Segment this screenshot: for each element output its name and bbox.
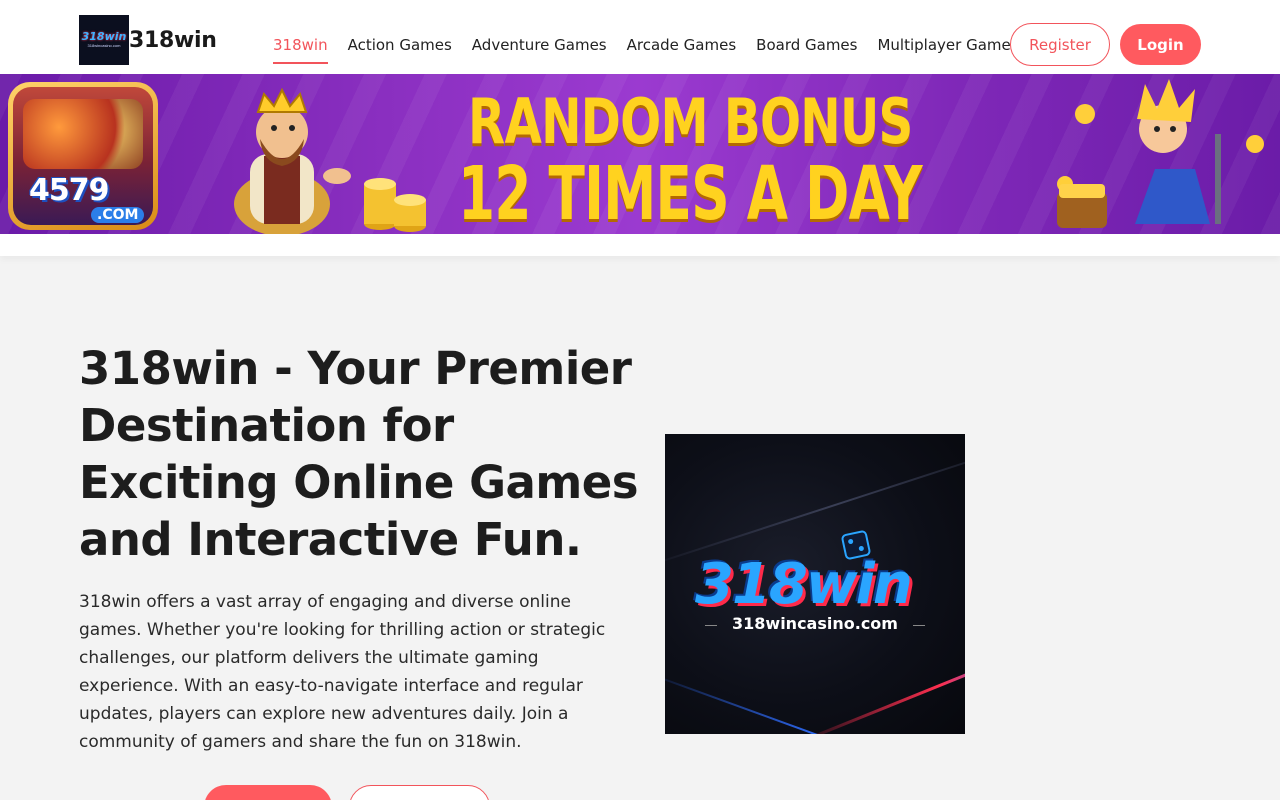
logo-mini-text: 318win — [81, 30, 127, 43]
logo-tiny-text: 318wincasino.com — [87, 43, 121, 48]
gold-coins-art — [364, 178, 426, 232]
badge-inner: 4579 .COM — [13, 87, 153, 225]
page-title: 318win - Your Premier Destination for Ex… — [79, 342, 639, 566]
hero-image-red-streak — [793, 645, 965, 734]
login-button[interactable]: Login — [1120, 24, 1201, 65]
banner-bottom-spacer — [0, 234, 1280, 256]
nav-item-action-games[interactable]: Action Games — [348, 24, 452, 64]
nav-item-board-games[interactable]: Board Games — [756, 24, 857, 64]
hero-brand-image: 318win 318wincasino.com — [665, 434, 965, 734]
primary-cta-button[interactable] — [204, 785, 332, 800]
page-description: 318win offers a vast array of engaging a… — [79, 592, 606, 752]
banner-site-badge: 4579 .COM — [8, 82, 158, 230]
brand-logo-link[interactable]: 318win 318wincasino.com 318win — [79, 15, 217, 65]
secondary-cta-button[interactable] — [349, 785, 490, 800]
register-button[interactable]: Register — [1010, 23, 1110, 66]
nav-item-318win[interactable]: 318win — [273, 24, 328, 64]
promo-banner[interactable]: 4579 .COM RANDOM BONUS 12 TIMES A DAY — [0, 74, 1280, 234]
nav-item-adventure-games[interactable]: Adventure Games — [472, 24, 607, 64]
hero-image-blue-streak — [665, 669, 830, 734]
hero-image-divider-right — [913, 625, 925, 626]
main-nav: 318win Action Games Adventure Games Arca… — [273, 24, 1019, 64]
hero-image-brand: 318win — [695, 552, 913, 617]
banner-headline-line1: RANDOM BONUS — [468, 85, 913, 158]
badge-domain: .COM — [91, 207, 145, 223]
logo-image: 318win 318wincasino.com — [79, 15, 129, 65]
nav-item-arcade-games[interactable]: Arcade Games — [627, 24, 737, 64]
badge-characters-art — [23, 99, 143, 169]
king-character-art — [234, 87, 351, 234]
badge-number: 4579 — [29, 173, 109, 208]
banner-headline-line2: 12 TIMES A DAY — [458, 151, 923, 234]
site-header: 318win 318wincasino.com 318win 318win Ac… — [0, 0, 1280, 74]
hero-image-url: 318wincasino.com — [732, 614, 898, 633]
nav-item-multiplayer-games[interactable]: Multiplayer Games — [877, 24, 1018, 64]
adventurer-character-art — [1057, 79, 1264, 228]
brand-name: 318win — [129, 27, 217, 53]
